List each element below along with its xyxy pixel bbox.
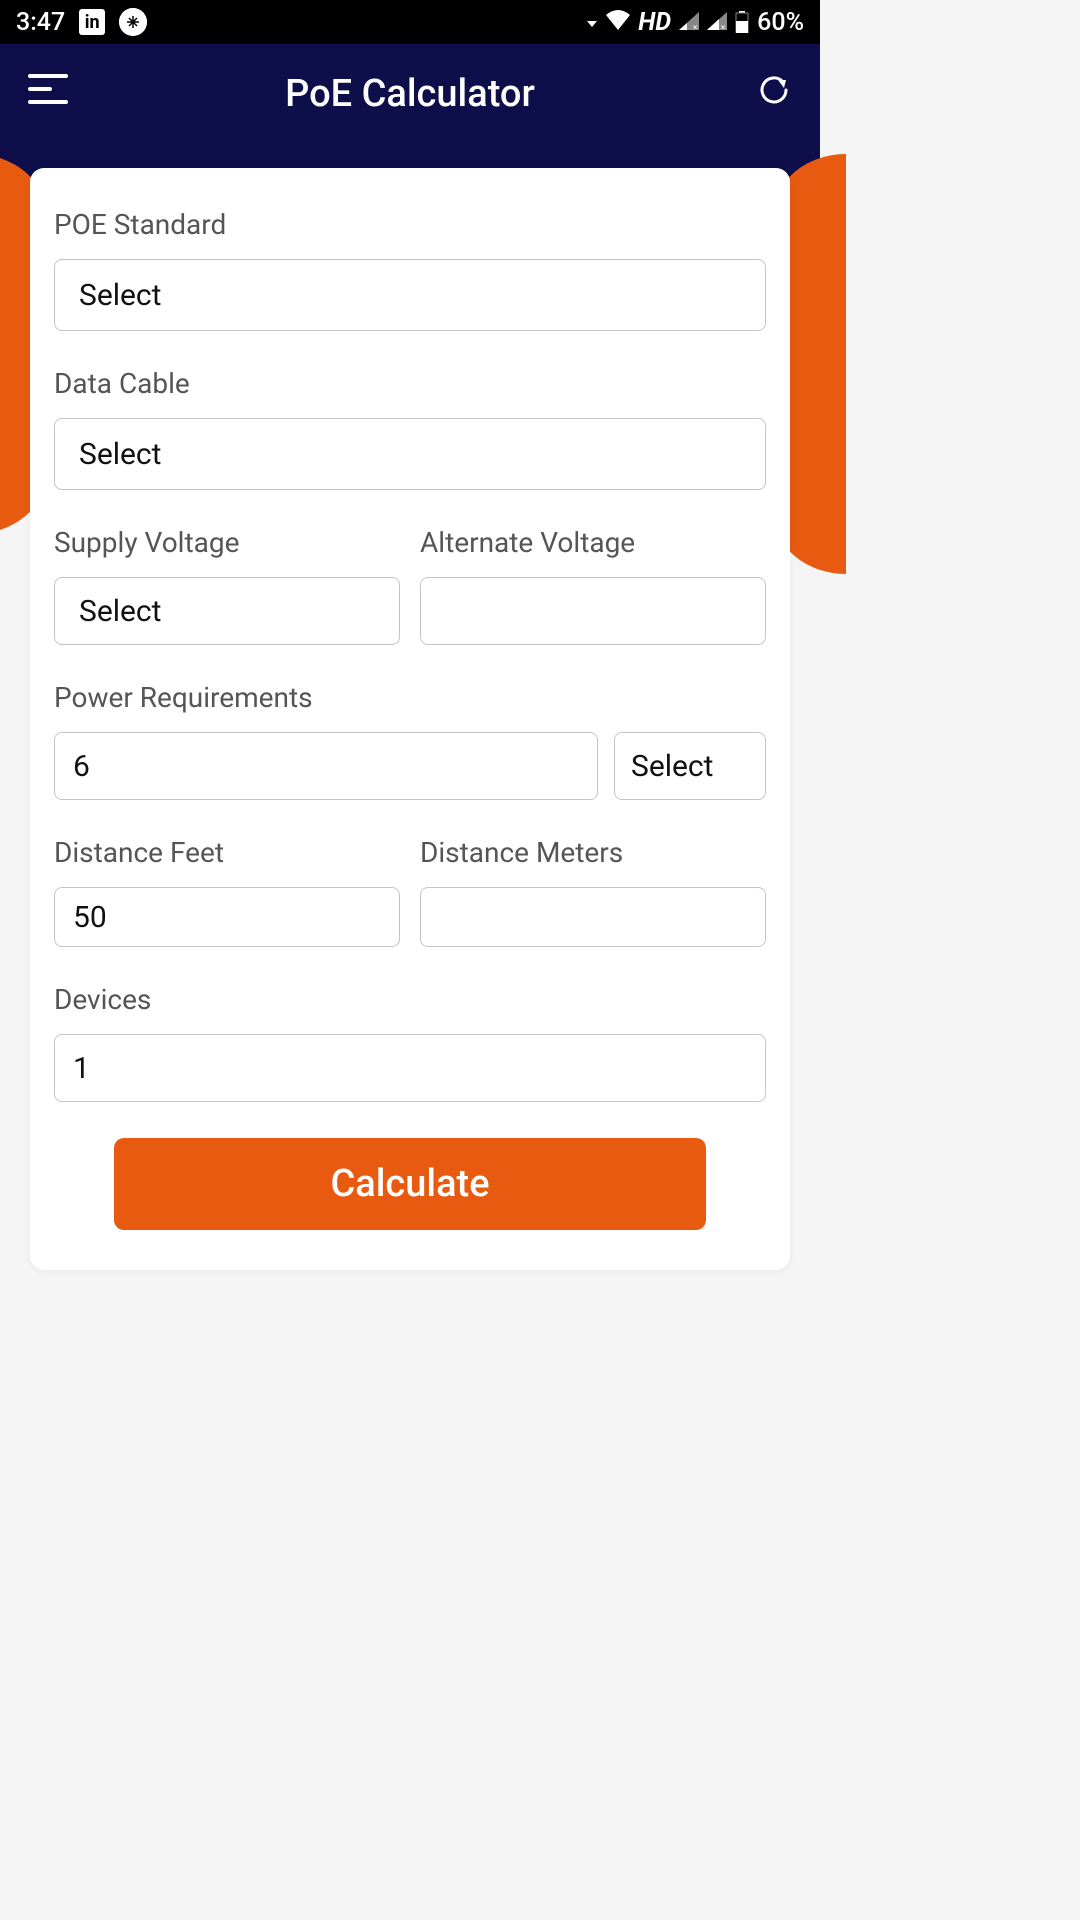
distance-feet-label: Distance Feet xyxy=(54,836,400,869)
power-requirements-unit-select[interactable]: Select xyxy=(614,732,766,800)
status-bar: 3:47 in HD × × 60% xyxy=(0,0,820,44)
signal-2-icon: × xyxy=(707,8,727,37)
distance-feet-input[interactable]: 50 xyxy=(54,887,400,947)
battery-icon xyxy=(735,11,749,33)
power-requirements-label: Power Requirements xyxy=(54,681,766,714)
svg-text:×: × xyxy=(693,23,697,30)
refresh-icon[interactable] xyxy=(756,72,792,108)
page-title: PoE Calculator xyxy=(285,72,535,116)
calculate-button[interactable]: Calculate xyxy=(114,1138,706,1230)
battery-percent: 60% xyxy=(757,8,804,37)
linkedin-icon: in xyxy=(79,9,105,35)
power-requirements-input[interactable]: 6 xyxy=(54,732,598,800)
svg-text:×: × xyxy=(721,23,725,30)
status-time: 3:47 xyxy=(16,8,65,37)
menu-icon[interactable] xyxy=(28,74,68,104)
devices-input[interactable]: 1 xyxy=(54,1034,766,1102)
poe-standard-label: POE Standard xyxy=(54,208,766,241)
calculator-form-card: POE Standard Select Data Cable Select Su… xyxy=(30,168,790,1270)
signal-1-icon: × xyxy=(679,8,699,37)
distance-meters-label: Distance Meters xyxy=(420,836,766,869)
data-cable-label: Data Cable xyxy=(54,367,766,400)
distance-meters-input[interactable] xyxy=(420,887,766,947)
devices-label: Devices xyxy=(54,983,766,1016)
alternate-voltage-label: Alternate Voltage xyxy=(420,526,766,559)
supply-voltage-label: Supply Voltage xyxy=(54,526,400,559)
app-notification-icon xyxy=(119,8,147,36)
hd-label: HD xyxy=(638,8,671,37)
data-cable-select[interactable]: Select xyxy=(54,418,766,490)
wifi-icon xyxy=(606,8,630,37)
dropdown-indicator-icon xyxy=(586,8,598,37)
poe-standard-select[interactable]: Select xyxy=(54,259,766,331)
alternate-voltage-input[interactable] xyxy=(420,577,766,645)
supply-voltage-select[interactable]: Select xyxy=(54,577,400,645)
